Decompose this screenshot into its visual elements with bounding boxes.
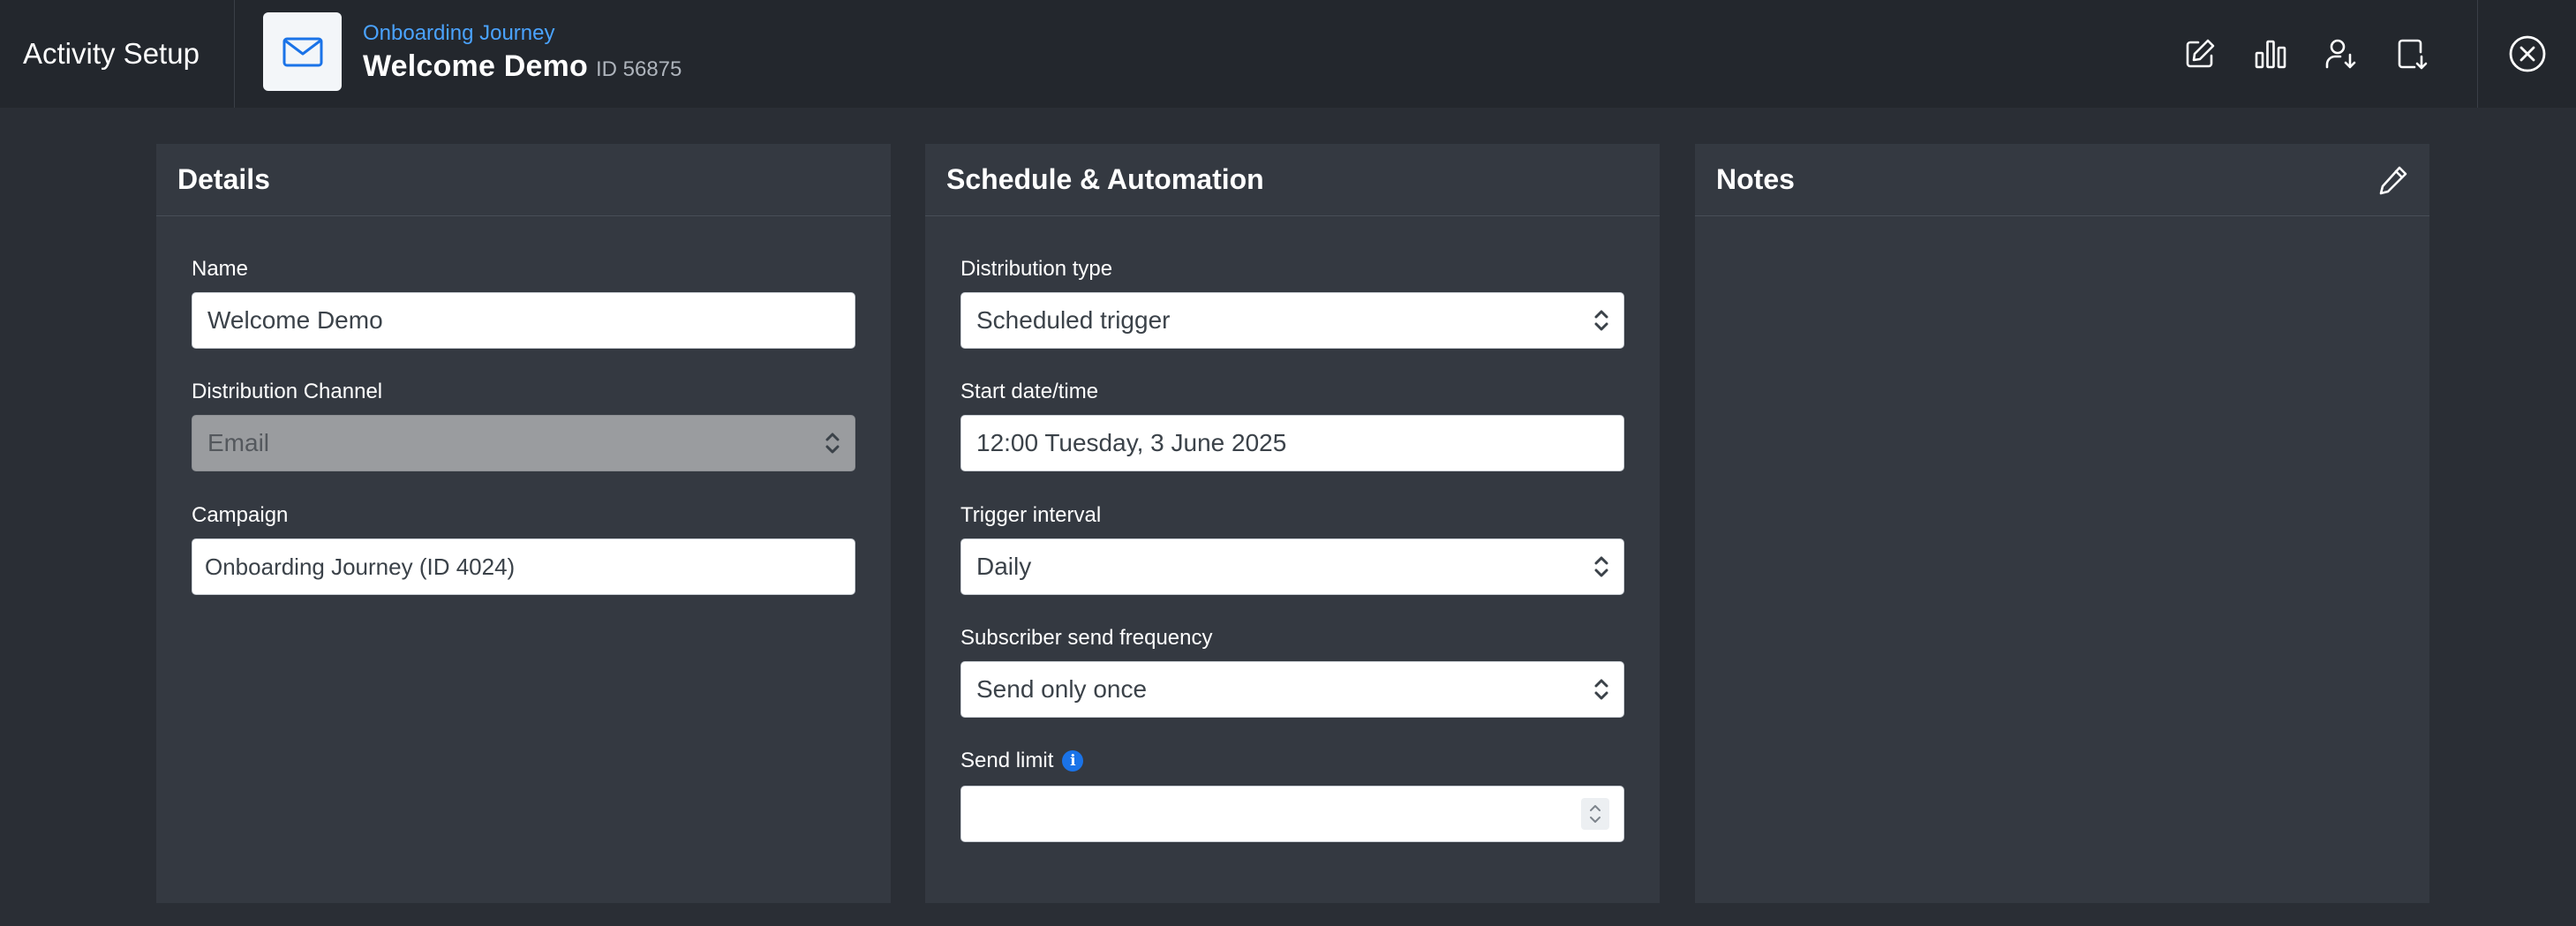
name-input-value: Welcome Demo — [207, 306, 383, 334]
name-input[interactable]: Welcome Demo — [192, 292, 855, 349]
start-datetime-input[interactable]: 12:00 Tuesday, 3 June 2025 — [960, 415, 1624, 471]
export-report-button[interactable] — [2376, 19, 2447, 89]
top-header: Activity Setup Onboarding Journey Welcom… — [0, 0, 2576, 108]
trigger-interval-value: Daily — [976, 553, 1032, 580]
bar-chart-icon — [2255, 40, 2286, 69]
stepper-arrows-icon — [1590, 805, 1601, 823]
send-frequency-label: Subscriber send frequency — [960, 626, 1213, 650]
trigger-interval-label: Trigger interval — [960, 503, 1102, 527]
close-circle-icon — [2509, 35, 2545, 72]
campaign-input[interactable]: Onboarding Journey (ID 4024) — [192, 538, 855, 595]
select-arrows-icon — [825, 431, 840, 455]
envelope-icon — [282, 37, 322, 66]
breadcrumb-campaign-link[interactable]: Onboarding Journey — [363, 19, 682, 48]
start-datetime-value: 12:00 Tuesday, 3 June 2025 — [976, 429, 1287, 456]
select-arrows-icon — [1593, 554, 1609, 579]
send-limit-label: Send limit — [960, 749, 1054, 772]
campaign-label: Campaign — [192, 503, 289, 527]
statistics-button[interactable] — [2235, 19, 2306, 89]
select-arrows-icon — [1593, 677, 1609, 702]
activity-type-badge — [263, 12, 342, 91]
distribution-channel-value: Email — [207, 429, 270, 456]
edit-notes-button[interactable] — [2376, 163, 2410, 197]
info-icon[interactable]: i — [1062, 750, 1084, 772]
activity-name-row: Welcome Demo ID 56875 — [363, 49, 682, 84]
select-arrows-icon — [1593, 308, 1609, 333]
export-recipients-button[interactable] — [2306, 19, 2376, 89]
app-title: Activity Setup — [0, 0, 235, 108]
distribution-channel-label: Distribution Channel — [192, 380, 383, 403]
send-frequency-field: Subscriber send frequency Send only once — [960, 625, 1624, 718]
details-panel: Details Name Welcome Demo Distribution C… — [156, 144, 891, 903]
activity-name: Welcome Demo — [363, 49, 588, 83]
notes-panel: Notes — [1695, 144, 2429, 903]
name-field: Name Welcome Demo — [192, 256, 855, 349]
activity-id: ID 56875 — [595, 57, 682, 81]
schedule-panel-title: Schedule & Automation — [946, 163, 1264, 195]
distribution-channel-select: Email — [192, 415, 855, 471]
distribution-type-field: Distribution type Scheduled trigger — [960, 256, 1624, 349]
header-toolbar — [2165, 0, 2447, 108]
trigger-interval-select[interactable]: Daily — [960, 538, 1624, 595]
campaign-input-value: Onboarding Journey (ID 4024) — [205, 553, 516, 580]
close-button[interactable] — [2477, 0, 2576, 108]
start-datetime-label: Start date/time — [960, 380, 1099, 403]
details-panel-title: Details — [177, 163, 270, 195]
activity-heading: Onboarding Journey Welcome Demo ID 56875 — [363, 19, 682, 84]
details-panel-header: Details — [156, 144, 891, 216]
schedule-panel-header: Schedule & Automation — [925, 144, 1660, 216]
user-download-icon — [2325, 39, 2356, 69]
send-limit-input[interactable] — [960, 786, 1624, 842]
edit-icon — [2186, 39, 2215, 68]
distribution-type-label: Distribution type — [960, 257, 1113, 281]
file-download-icon — [2398, 39, 2428, 70]
campaign-field: Campaign Onboarding Journey (ID 4024) — [192, 502, 855, 595]
send-frequency-value: Send only once — [976, 675, 1148, 703]
distribution-channel-field: Distribution Channel Email — [192, 379, 855, 471]
schedule-panel: Schedule & Automation Distribution type … — [925, 144, 1660, 903]
notes-panel-header: Notes — [1695, 144, 2429, 216]
edit-button[interactable] — [2165, 19, 2235, 89]
send-frequency-select[interactable]: Send only once — [960, 661, 1624, 718]
name-label: Name — [192, 257, 249, 281]
notes-panel-title: Notes — [1716, 163, 1795, 195]
pencil-icon — [2379, 166, 2407, 194]
send-limit-label-row: Send limit i — [960, 748, 1624, 774]
send-limit-field: Send limit i — [960, 748, 1624, 842]
distribution-type-value: Scheduled trigger — [976, 306, 1171, 334]
number-stepper[interactable] — [1581, 798, 1609, 830]
start-datetime-field: Start date/time 12:00 Tuesday, 3 June 20… — [960, 379, 1624, 471]
distribution-type-select[interactable]: Scheduled trigger — [960, 292, 1624, 349]
trigger-interval-field: Trigger interval Daily — [960, 502, 1624, 595]
